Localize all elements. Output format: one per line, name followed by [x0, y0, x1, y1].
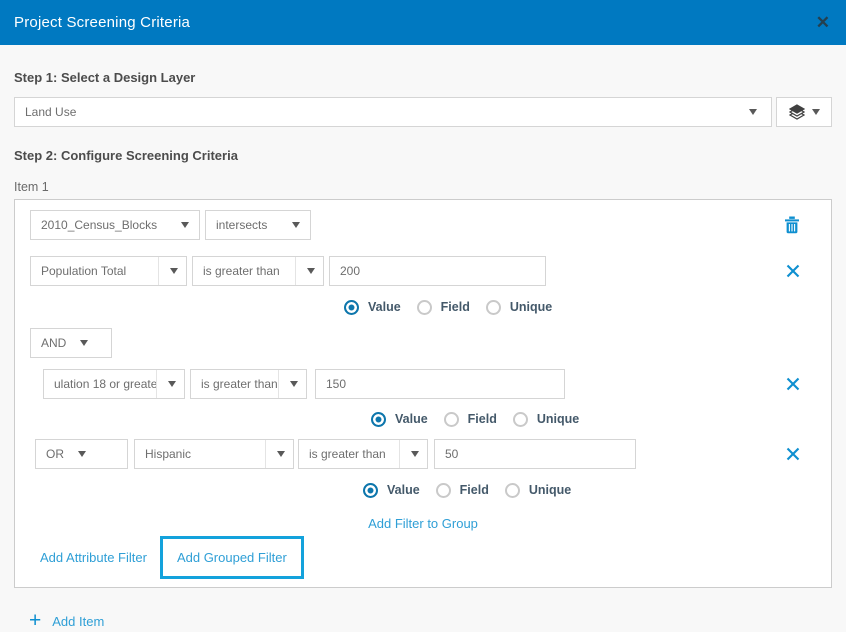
chevron-down-icon [181, 222, 189, 228]
group-filter1-operator-select[interactable]: is greater than [190, 369, 307, 399]
group-logic-row: AND [30, 328, 816, 358]
add-item-button[interactable]: + Add Item [14, 613, 832, 629]
close-icon[interactable]: ✕ [816, 14, 830, 31]
unique-radio[interactable] [505, 483, 520, 498]
chevron-down-icon [168, 381, 176, 387]
filter1-mode-radios: Value Field Unique [30, 299, 816, 315]
chevron-down-icon [749, 109, 757, 115]
group-filter2-value-input[interactable] [434, 439, 636, 469]
spatial-filter-row: 2010_Census_Blocks intersects [30, 210, 816, 240]
spatial-operator-select[interactable]: intersects [205, 210, 311, 240]
group-filter2-logic-select[interactable]: OR [35, 439, 128, 469]
filter1-field-select[interactable]: Population Total [30, 256, 187, 286]
filter-links-row: Add Attribute Filter Add Grouped Filter [30, 532, 816, 582]
chevron-down-icon [78, 451, 86, 457]
add-item-label: Add Item [52, 614, 104, 629]
criteria-layer-select[interactable]: 2010_Census_Blocks [30, 210, 200, 240]
filter1-operator-select[interactable]: is greater than [192, 256, 324, 286]
plus-icon: + [29, 613, 41, 629]
chevron-down-icon [170, 268, 178, 274]
highlight-box: Add Grouped Filter [160, 536, 304, 579]
chevron-down-icon [307, 268, 315, 274]
value-radio[interactable] [371, 412, 386, 427]
group-filter2-operator-select[interactable]: is greater than [298, 439, 428, 469]
group-filter2-mode-radios: Value Field Unique [30, 482, 816, 498]
unique-radio[interactable] [513, 412, 528, 427]
add-attribute-filter-link[interactable]: Add Attribute Filter [40, 550, 147, 565]
step1-label: Step 1: Select a Design Layer [14, 70, 832, 85]
field-radio[interactable] [444, 412, 459, 427]
chevron-down-icon [411, 451, 419, 457]
trash-icon[interactable] [784, 216, 800, 234]
group-filter1-mode-radios: Value Field Unique [30, 411, 816, 427]
step2-label: Step 2: Configure Screening Criteria [14, 148, 832, 163]
chevron-down-icon [290, 381, 298, 387]
chevron-down-icon [292, 222, 300, 228]
dialog-content: Step 1: Select a Design Layer Land Use S… [0, 70, 846, 629]
layer-options-button[interactable] [776, 97, 832, 127]
chevron-down-icon [812, 109, 820, 115]
chevron-down-icon [277, 451, 285, 457]
remove-filter-icon[interactable] [786, 264, 800, 278]
layers-icon [789, 104, 805, 120]
design-layer-select[interactable]: Land Use [14, 97, 772, 127]
filter1-value-input[interactable] [329, 256, 546, 286]
dialog-title: Project Screening Criteria [14, 14, 190, 31]
design-layer-value: Land Use [25, 105, 76, 119]
project-screening-criteria-dialog: Project Screening Criteria ✕ Step 1: Sel… [0, 0, 846, 632]
group-filter1-value-input[interactable] [315, 369, 565, 399]
field-radio[interactable] [436, 483, 451, 498]
attribute-filter-row: Population Total is greater than [30, 256, 816, 286]
value-radio[interactable] [344, 300, 359, 315]
add-filter-to-group-link[interactable]: Add Filter to Group [368, 516, 478, 531]
design-layer-row: Land Use [14, 97, 832, 127]
dialog-header: Project Screening Criteria ✕ [0, 0, 846, 45]
item-label: Item 1 [14, 180, 832, 194]
grouped-filter-row: ulation 18 or greater is greater than [43, 369, 816, 399]
group-filter2-field-select[interactable]: Hispanic [134, 439, 294, 469]
group-logic-select[interactable]: AND [30, 328, 112, 358]
group-filter1-field-select[interactable]: ulation 18 or greater [43, 369, 185, 399]
unique-radio[interactable] [486, 300, 501, 315]
remove-filter-icon[interactable] [786, 447, 800, 461]
grouped-filter-row: OR Hispanic is greater than [35, 439, 816, 469]
chevron-down-icon [80, 340, 88, 346]
item-panel: 2010_Census_Blocks intersects [14, 199, 832, 588]
value-radio[interactable] [363, 483, 378, 498]
field-radio[interactable] [417, 300, 432, 315]
add-filter-to-group-row: Add Filter to Group [30, 515, 816, 532]
add-grouped-filter-link[interactable]: Add Grouped Filter [177, 550, 287, 565]
remove-filter-icon[interactable] [786, 377, 800, 391]
